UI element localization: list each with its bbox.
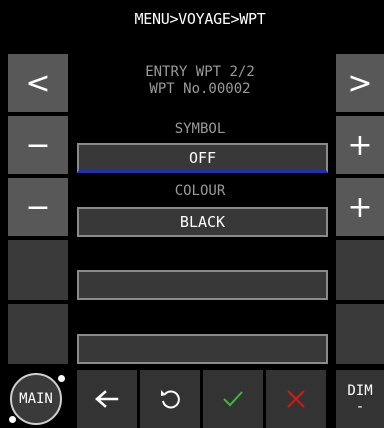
prev-label: <: [25, 65, 51, 101]
plus-icon: +: [347, 189, 373, 225]
check-icon: [223, 391, 243, 407]
symbol-field[interactable]: OFF: [77, 143, 328, 173]
colour-label: COLOUR: [174, 183, 226, 199]
symbol-increase-button[interactable]: +: [336, 116, 384, 174]
dot-icon: [9, 416, 16, 423]
left-button-4[interactable]: [8, 240, 68, 300]
dim-button[interactable]: DIM -: [336, 370, 384, 428]
entry-line-2: WPT No.00002: [149, 81, 251, 97]
main-label: MAIN: [10, 373, 62, 425]
close-icon: [287, 390, 305, 408]
confirm-button[interactable]: [203, 370, 263, 428]
cancel-button[interactable]: [266, 370, 326, 428]
back-arrow-icon: [95, 390, 119, 408]
plus-icon: +: [347, 127, 373, 163]
back-button[interactable]: [77, 370, 137, 428]
colour-field[interactable]: BLACK: [77, 207, 328, 237]
right-button-5[interactable]: [336, 304, 384, 364]
empty-field-3[interactable]: [77, 270, 328, 300]
dim-label: DIM: [347, 383, 373, 399]
dim-sub-label: -: [355, 399, 365, 415]
minus-icon: −: [25, 189, 51, 225]
entry-line-1: ENTRY WPT 2/2: [145, 64, 255, 80]
minus-icon: −: [25, 127, 51, 163]
next-button[interactable]: >: [336, 54, 384, 112]
main-button[interactable]: MAIN: [8, 371, 66, 427]
colour-decrease-button[interactable]: −: [8, 178, 68, 236]
colour-increase-button[interactable]: +: [336, 178, 384, 236]
right-button-4[interactable]: [336, 240, 384, 300]
undo-button[interactable]: [140, 370, 200, 428]
prev-button[interactable]: <: [8, 54, 68, 112]
empty-field-4[interactable]: [77, 334, 328, 364]
left-button-5[interactable]: [8, 304, 68, 364]
symbol-decrease-button[interactable]: −: [8, 116, 68, 174]
undo-icon: [161, 390, 180, 409]
next-label: >: [347, 65, 373, 101]
dot-icon: [58, 375, 65, 382]
breadcrumb-title: MENU>VOYAGE>WPT: [134, 10, 266, 28]
symbol-label: SYMBOL: [174, 121, 226, 137]
